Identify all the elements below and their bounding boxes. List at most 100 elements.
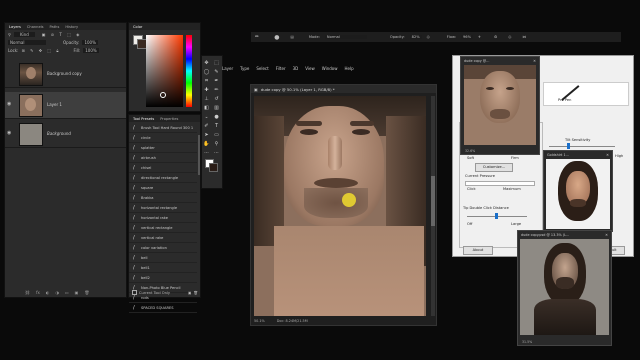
ref1-canvas[interactable] [464,65,536,145]
layer-name[interactable]: Background copy [47,71,82,76]
history-brush-icon[interactable]: ↺ [212,94,221,103]
menu-help[interactable]: Help [345,66,354,71]
shape-tool-icon[interactable]: ▭ [212,130,221,139]
layer-row[interactable]: Background copy [5,61,126,88]
close-icon[interactable]: ✕ [605,233,608,237]
lock-icons[interactable]: ⊞ ✎ ✥ ⬚ 🔒︎ [21,48,60,53]
blur-tool-icon[interactable]: 💧︎ [202,112,211,121]
list-item[interactable]: / horizontal rectangle [129,203,197,213]
eyedropper-icon[interactable]: ✒ [212,76,221,85]
brush-tool-icon[interactable]: ✏ [255,34,259,40]
opacity-field[interactable]: 100% [82,39,98,45]
trash-icon[interactable]: 🗑︎ [193,291,198,295]
tab-channels[interactable]: Channels [27,25,44,29]
eraser-icon[interactable]: ◧ [202,103,211,112]
healing-brush-icon[interactable]: ✚ [202,85,211,94]
menu-filter[interactable]: Filter [276,66,286,71]
list-item[interactable]: / vertical rake [129,233,197,243]
symmetry-icon[interactable]: ⋈ [522,35,526,39]
smoothing-icon[interactable]: ⚙ [494,35,497,39]
kind-filter-select[interactable]: Kind [13,31,35,37]
gradient-icon[interactable]: ▥ [212,103,221,112]
type-tool-icon[interactable]: T [212,121,221,130]
new-preset-icon[interactable]: ▣ [188,291,191,295]
layer-name[interactable]: Background [47,131,71,136]
layer-name[interactable]: Layer 1 [47,102,62,107]
adjustment-icon[interactable]: ◑ [55,290,59,295]
ref2-canvas[interactable] [546,159,610,229]
list-item[interactable]: / chisel [129,163,197,173]
customize-button[interactable]: Customize... [475,163,513,172]
path-select-icon[interactable]: ➤ [202,130,211,139]
brush-preset-picker[interactable]: ● [274,34,279,41]
pressure-size-icon[interactable]: ◎ [508,35,511,39]
menu-3d[interactable]: 3D [293,66,299,71]
list-item[interactable]: / splatter [129,143,197,153]
list-item[interactable]: / bell2 [129,273,197,283]
hue-slider[interactable] [186,35,192,107]
layer-row-selected[interactable]: ◉ Layer 1 [5,92,126,119]
list-item[interactable]: / bell [129,253,197,263]
blend-mode-select[interactable]: Normal [8,39,46,45]
eye-icon[interactable]: ◉ [7,131,13,136]
tilt-slider-thumb[interactable] [567,143,570,149]
fg-bg-swatches[interactable] [202,157,222,172]
edit-toolbar-icon[interactable]: ⋯ [212,148,221,157]
layer-row[interactable]: ◉ Background [5,121,126,148]
menu-type[interactable]: Type [240,66,249,71]
list-item[interactable]: / SPACED SQUARES [129,303,197,313]
new-layer-icon[interactable]: ▣ [75,290,79,295]
pro-pen-label[interactable]: Pro Pen [558,98,571,102]
list-item[interactable]: / airbrush [129,153,197,163]
airbrush-icon[interactable]: ✈ [478,35,481,39]
fx-icon[interactable]: fx [36,290,40,295]
pen-tool-icon[interactable]: ✐ [202,121,211,130]
menu-view[interactable]: View [305,66,315,71]
document-canvas[interactable] [254,96,426,316]
tab-history[interactable]: History [65,25,78,29]
more-tools-icon[interactable]: ··· [202,148,211,157]
pressure-opacity-icon[interactable]: ◎ [427,35,430,39]
vertical-scrollbar[interactable] [431,96,435,316]
tab-color[interactable]: Color [133,25,142,29]
zoom-level[interactable]: 50.1% [254,319,265,323]
trash-icon[interactable]: 🗑︎ [84,290,89,295]
tab-tool-presets[interactable]: Tool Presets [133,117,154,121]
list-item[interactable]: / color variation [129,243,197,253]
opacity-field[interactable]: 82% [409,35,422,39]
list-item[interactable]: / directional rectangle [129,173,197,183]
list-item[interactable]: / Brush Tool Hard Round 300 1 [129,123,197,133]
folder-icon[interactable]: ▭ [65,290,69,295]
dodge-tool-icon[interactable]: ● [212,112,221,121]
close-icon[interactable]: ✕ [533,59,536,63]
brush-panel-icon[interactable]: ▤ [290,35,293,39]
menu-layer[interactable]: Layer [222,66,233,71]
tilt-slider[interactable] [549,146,615,147]
clone-stamp-icon[interactable]: ⊥ [202,94,211,103]
lasso-tool-icon[interactable]: ◯ [202,67,211,76]
quick-select-icon[interactable]: ✎ [212,67,221,76]
tab-properties[interactable]: Properties [160,117,178,121]
close-icon[interactable]: ✕ [606,153,609,157]
filter-icons[interactable]: ▣ ⊘ T ⬚ ◈ [42,32,82,37]
menu-window[interactable]: Window [322,66,338,71]
double-click-slider-thumb[interactable] [495,213,498,219]
color-picker-marker[interactable] [160,92,166,98]
crop-tool-icon[interactable]: ⌗ [202,76,211,85]
preset-scrollbar[interactable] [198,135,200,175]
list-item[interactable]: / Brakka [129,193,197,203]
zoom-tool-icon[interactable]: ⚲ [212,139,221,148]
move-tool-icon[interactable]: ✥ [202,58,211,67]
marquee-tool-icon[interactable]: ⬚ [212,58,221,67]
mask-icon[interactable]: ◐ [46,290,50,295]
fill-field[interactable]: 100% [83,47,99,53]
tab-paths[interactable]: Paths [50,25,60,29]
visibility-toggle[interactable] [7,71,13,76]
list-item[interactable]: / horizontal rake [129,213,197,223]
eye-icon[interactable]: ◉ [7,102,13,107]
brush-tool-icon[interactable]: ✏ [212,85,221,94]
menu-select[interactable]: Select [256,66,268,71]
list-item[interactable]: / bell1 [129,263,197,273]
link-icon[interactable]: ⛓ [25,290,30,295]
tab-layers[interactable]: Layers [9,25,21,29]
